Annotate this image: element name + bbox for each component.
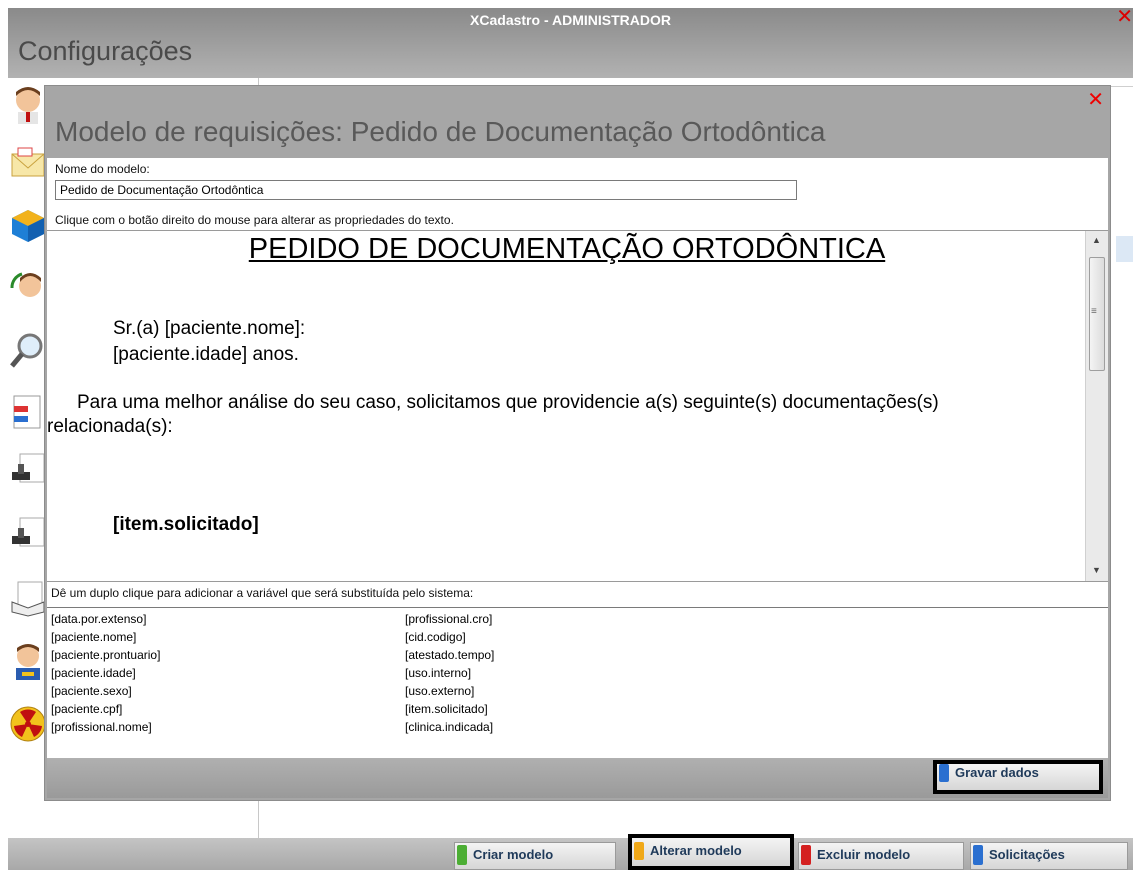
document-editor[interactable]: PEDIDO DE DOCUMENTAÇÃO ORTODÔNTICA Sr.(a… (47, 230, 1108, 582)
doctor-icon[interactable] (8, 642, 48, 682)
variables-list[interactable]: [data.por.extenso] [paciente.nome] [paci… (47, 607, 1108, 759)
delete-color-swatch (801, 845, 811, 865)
variable-item[interactable]: [clinica.indicada] (405, 720, 493, 734)
background-highlight (1116, 236, 1133, 262)
scroll-up-icon[interactable]: ▲ (1092, 235, 1101, 245)
dialog-close-icon[interactable]: ✕ (1087, 88, 1104, 110)
document-item-variable: [item.solicitado] (113, 514, 259, 535)
dialog-footer: Gravar dados (47, 758, 1108, 798)
save-button-label: Gravar dados (955, 765, 1039, 780)
page-heading: Configurações (18, 36, 193, 66)
requests-button[interactable]: Solicitações (970, 842, 1128, 870)
stamp-icon[interactable] (8, 514, 48, 554)
delete-template-button[interactable]: Excluir modelo (798, 842, 964, 870)
template-name-label: Nome do modelo: (55, 162, 150, 176)
cube-icon[interactable] (8, 206, 48, 246)
window-close-icon[interactable]: ✕ (1116, 6, 1133, 26)
template-dialog: ✕ Modelo de requisições: Pedido de Docum… (44, 85, 1111, 801)
variable-item[interactable]: [uso.interno] (405, 666, 471, 680)
document-paragraph: Para uma melhor análise do seu caso, sol… (77, 392, 939, 413)
save-color-swatch (939, 764, 949, 782)
save-button[interactable]: Gravar dados (933, 760, 1103, 794)
variable-item[interactable]: [paciente.nome] (51, 630, 136, 644)
document-greeting: Sr.(a) [paciente.nome]: (113, 318, 306, 339)
bottom-toolbar: Criar modelo Alterar modelo Excluir mode… (8, 834, 1133, 870)
variable-item[interactable]: [uso.externo] (405, 684, 474, 698)
radiation-icon[interactable] (8, 704, 48, 744)
variable-item[interactable]: [paciente.prontuario] (51, 648, 160, 662)
document-heading: PEDIDO DE DOCUMENTAÇÃO ORTODÔNTICA (248, 233, 886, 265)
create-template-label: Criar modelo (473, 847, 554, 862)
requests-color-swatch (973, 845, 983, 865)
delete-template-label: Excluir modelo (817, 847, 911, 862)
requests-label: Solicitações (989, 847, 1065, 862)
variable-item[interactable]: [profissional.cro] (405, 612, 492, 626)
person-refresh-icon[interactable] (8, 268, 48, 308)
app-title: XCadastro - ADMINISTRADOR (470, 12, 671, 28)
create-template-button[interactable]: Criar modelo (454, 842, 616, 870)
editor-hint: Clique com o botão direito do mouse para… (55, 213, 454, 227)
create-color-swatch (457, 845, 467, 865)
variable-item[interactable]: [paciente.sexo] (51, 684, 132, 698)
dialog-body: Nome do modelo: Pedido de Documentação O… (47, 158, 1108, 759)
variable-item[interactable]: [profissional.nome] (51, 720, 152, 734)
document-paragraph-cont: relacionada(s): (47, 416, 173, 437)
magnifier-icon[interactable] (8, 330, 48, 370)
stamp-icon[interactable] (8, 450, 48, 490)
document-age-line: [paciente.idade] anos. (113, 344, 299, 365)
document-form-icon[interactable] (8, 390, 48, 430)
scroll-grip-icon: ≡ (1091, 306, 1097, 317)
dialog-title: Modelo de requisições: Pedido de Documen… (55, 116, 826, 147)
variable-item[interactable]: [item.solicitado] (405, 702, 488, 716)
book-icon[interactable] (8, 578, 48, 618)
variable-item[interactable]: [cid.codigo] (405, 630, 466, 644)
scroll-down-icon[interactable]: ▼ (1092, 565, 1101, 575)
edit-template-label: Alterar modelo (650, 843, 742, 858)
edit-template-button[interactable]: Alterar modelo (628, 834, 794, 870)
edit-color-swatch (634, 842, 644, 860)
variable-item[interactable]: [paciente.cpf] (51, 702, 122, 716)
editor-scrollbar[interactable]: ▲ ≡ ▼ (1085, 231, 1108, 581)
window-titlebar: XCadastro - ADMINISTRADOR Configurações (8, 8, 1133, 78)
variables-hint: Dê um duplo clique para adicionar a vari… (51, 586, 474, 600)
envelope-icon[interactable] (8, 144, 48, 184)
variable-item[interactable]: [atestado.tempo] (405, 648, 494, 662)
user-avatar-icon[interactable] (8, 84, 48, 124)
variable-item[interactable]: [paciente.idade] (51, 666, 136, 680)
variable-item[interactable]: [data.por.extenso] (51, 612, 146, 626)
template-name-input[interactable]: Pedido de Documentação Ortodôntica (55, 180, 797, 200)
